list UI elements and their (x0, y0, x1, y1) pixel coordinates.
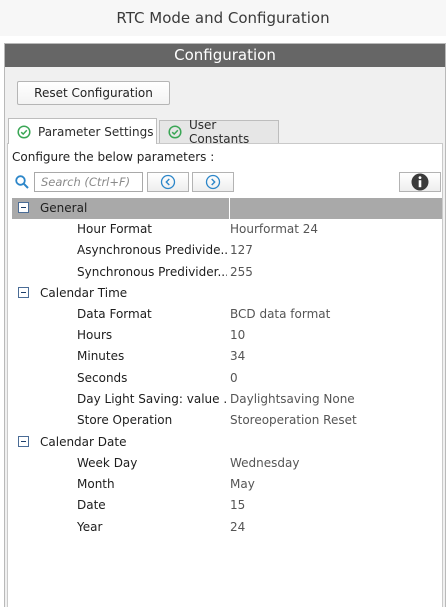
parameter-name: Data Format (77, 306, 152, 321)
parameter-value[interactable]: Wednesday (230, 453, 299, 474)
parameter-row[interactable]: Store Operation Storeoperation Reset (12, 410, 442, 431)
configure-label: Configure the below parameters : (12, 150, 215, 164)
parameter-name: Asynchronous Predivide... (77, 243, 227, 258)
tab-label: Parameter Settings (38, 124, 154, 139)
group-label: Calendar Date (40, 434, 127, 449)
parameter-value[interactable]: 255 (230, 262, 253, 283)
search-toolbar (14, 172, 441, 194)
parameter-value[interactable]: 24 (230, 517, 245, 538)
info-icon (411, 173, 429, 191)
search-icon[interactable] (14, 174, 30, 190)
parameter-value[interactable]: 127 (230, 240, 253, 261)
group-row[interactable]: Calendar Date (12, 432, 442, 453)
group-label: General (40, 201, 88, 215)
configuration-panel: Configuration Reset Configuration Parame… (4, 43, 446, 607)
parameter-row[interactable]: Day Light Saving: value ... Daylightsavin… (12, 389, 442, 410)
parameter-value[interactable]: Daylightsaving None (230, 389, 355, 410)
parameter-value[interactable]: 0 (230, 368, 238, 389)
parameter-name: Date (77, 498, 106, 513)
parameter-row[interactable]: Hour Format Hourformat 24 (12, 219, 442, 240)
parameter-value[interactable]: May (230, 474, 255, 495)
tab-user-constants[interactable]: User Constants (159, 118, 279, 146)
parameter-value[interactable]: Hourformat 24 (230, 219, 318, 240)
parameter-name: Week Day (77, 455, 138, 470)
group-row[interactable]: Calendar Time (12, 283, 442, 304)
tab-parameter-settings[interactable]: Parameter Settings (8, 118, 157, 144)
panel-header: Configuration (5, 44, 445, 67)
parameter-row[interactable]: Year 24 (12, 517, 442, 538)
parameter-row[interactable]: Asynchronous Predivide... 127 (12, 240, 442, 261)
info-button[interactable] (399, 172, 441, 192)
parameter-name: Seconds (77, 370, 128, 385)
parameter-row[interactable]: Synchronous Predivider... 255 (12, 262, 442, 283)
parameter-name: Hour Format (77, 222, 153, 236)
parameter-value[interactable]: 10 (230, 325, 245, 346)
parameter-row[interactable]: Seconds 0 (12, 368, 442, 389)
column-divider (229, 198, 230, 219)
parameter-value[interactable]: 15 (230, 495, 245, 516)
tab-bar: Parameter Settings User Constants (5, 118, 445, 146)
tab-label: User Constants (189, 118, 250, 146)
parameter-name: Hours (77, 328, 113, 343)
parameter-value[interactable]: 34 (230, 346, 245, 367)
parameter-name: Month (77, 476, 115, 491)
collapse-icon[interactable] (18, 435, 29, 447)
parameter-value[interactable]: BCD data format (230, 304, 330, 325)
parameter-name: Minutes (77, 349, 125, 364)
parameter-settings-content: Configure the below parameters : Search … (7, 143, 443, 607)
search-next-button[interactable] (192, 172, 234, 192)
arrow-right-icon (205, 174, 221, 190)
check-circle-icon (168, 125, 182, 139)
window-title: RTC Mode and Configuration (0, 0, 446, 36)
parameter-row[interactable]: Hours 10 (12, 325, 442, 346)
panel-body: Reset Configuration Parameter Settings U… (5, 67, 445, 607)
collapse-icon[interactable] (18, 202, 29, 213)
arrow-left-icon (160, 174, 176, 190)
group-row[interactable]: General (12, 198, 442, 219)
parameter-row[interactable]: Data Format BCD data format (12, 304, 442, 325)
parameter-row[interactable]: Minutes 34 (12, 346, 442, 367)
reset-configuration-button[interactable]: Reset Configuration (17, 81, 170, 105)
parameter-name: Store Operation (77, 413, 173, 428)
parameter-row[interactable]: Week Day Wednesday (12, 453, 442, 474)
parameter-name: Year (77, 519, 103, 534)
search-input[interactable] (34, 172, 143, 192)
parameter-value[interactable]: Storeoperation Reset (230, 410, 357, 431)
parameter-row[interactable]: Month May (12, 474, 442, 495)
parameter-row[interactable]: Date 15 (12, 495, 442, 516)
check-circle-icon (17, 124, 31, 139)
parameter-name: Day Light Saving: value ... (77, 392, 227, 407)
parameter-tree: General Hour Format Hourformat 24 Asynchron… (12, 198, 442, 538)
collapse-icon[interactable] (18, 286, 29, 298)
parameter-name: Synchronous Predivider... (77, 264, 227, 279)
group-label: Calendar Time (40, 285, 128, 300)
search-previous-button[interactable] (147, 172, 189, 192)
